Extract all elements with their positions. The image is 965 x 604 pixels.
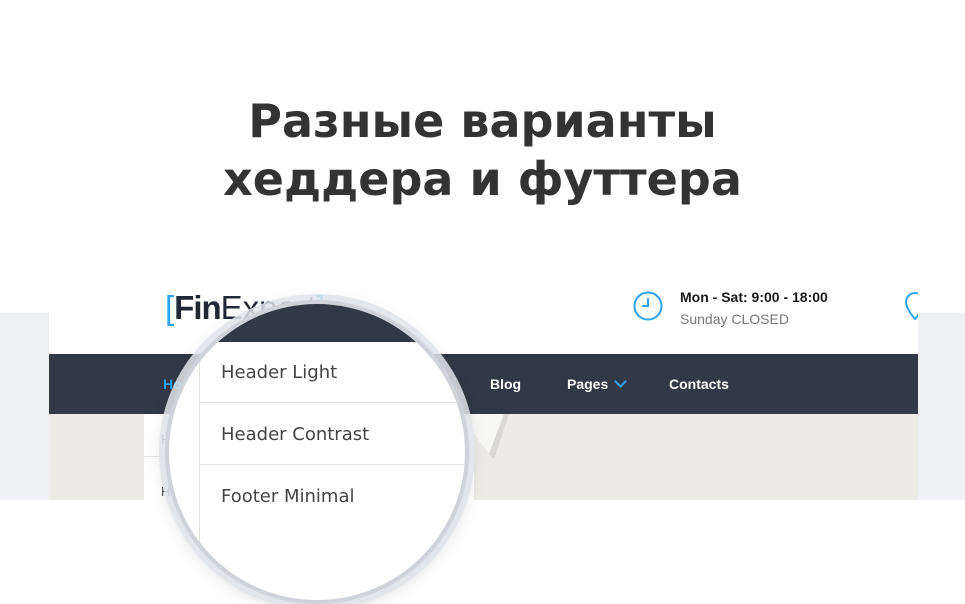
page-headline: Разные варианты хеддера и футтера bbox=[0, 92, 965, 208]
hours-sunday: Sunday CLOSED bbox=[680, 311, 789, 327]
dropdown-item-header-contrast[interactable]: Header Contrast bbox=[221, 424, 369, 445]
lens-navbar-strip bbox=[169, 304, 465, 342]
map-pin-icon bbox=[905, 291, 918, 321]
headline-line-1: Разные варианты bbox=[248, 94, 717, 148]
nav-item-contacts[interactable]: Contacts bbox=[669, 354, 729, 414]
lens-divider-vertical bbox=[199, 342, 200, 600]
nav-item-blog[interactable]: Blog bbox=[490, 354, 521, 414]
chevron-down-icon bbox=[614, 375, 628, 388]
dropdown-divider bbox=[199, 402, 465, 403]
working-hours: Mon - Sat: 9:00 - 18:00 Sunday CLOSED bbox=[680, 288, 828, 328]
dropdown-item-header-light[interactable]: Header Light bbox=[221, 362, 337, 383]
magnifier-lens: Header Light Header Contrast Footer Mini… bbox=[165, 300, 469, 604]
nav-pages-label: Pages bbox=[567, 376, 609, 392]
hours-weekdays: Mon - Sat: 9:00 - 18:00 bbox=[680, 289, 828, 305]
dropdown-item-footer-minimal[interactable]: Footer Minimal bbox=[221, 486, 355, 507]
nav-item-pages[interactable]: Pages bbox=[567, 354, 628, 414]
dropdown-divider bbox=[199, 464, 465, 465]
clock-icon bbox=[633, 291, 663, 321]
headline-line-2: хеддера и футтера bbox=[223, 152, 742, 206]
